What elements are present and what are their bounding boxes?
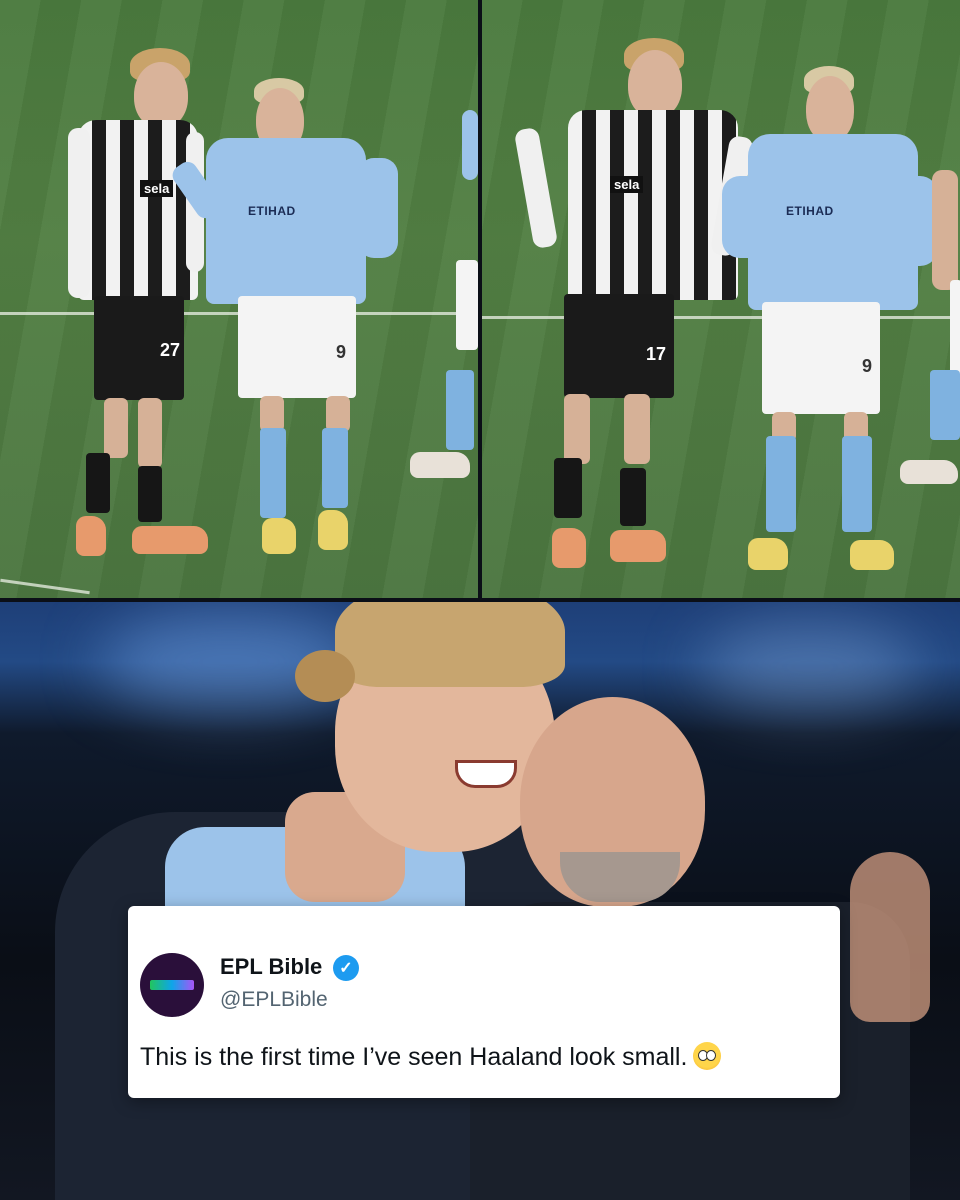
epl-bible-logo — [150, 980, 194, 990]
account-handle[interactable]: @EPLBible — [220, 988, 328, 1012]
sponsor-text: sela — [140, 180, 174, 197]
haaland-smile — [455, 760, 517, 788]
raised-hand — [850, 852, 930, 1022]
top-right-photo: sela 17 ETIHAD 9 — [482, 0, 960, 598]
pitch-line — [0, 578, 90, 595]
tweet-body: This is the first time I’ve seen Haaland… — [140, 1043, 688, 1071]
shirt-number: 9 — [336, 342, 347, 362]
shirt-number: 17 — [646, 344, 667, 364]
verified-badge-icon: ✓ — [333, 955, 359, 981]
sponsor-text: sela — [610, 176, 644, 193]
guardiola-beard — [560, 852, 680, 902]
avatar[interactable] — [140, 953, 204, 1017]
flushed-face-icon — [693, 1042, 722, 1070]
haaland-bun — [295, 650, 355, 702]
sponsor-text: ETIHAD — [786, 204, 834, 218]
tweet-text: This is the first time I’ve seen Haaland… — [140, 1042, 722, 1072]
stadium-light — [700, 622, 920, 712]
bottom-photo — [0, 602, 960, 1200]
haaland-hair — [335, 602, 565, 687]
shirt-number: 27 — [160, 340, 181, 360]
tweet-card: EPL Bible ✓ @EPLBible This is the first … — [128, 906, 840, 1098]
top-left-photo: sela 27 ETIHAD 9 — [0, 0, 478, 598]
sponsor-text: ETIHAD — [248, 204, 296, 218]
account-name[interactable]: EPL Bible — [220, 954, 322, 980]
shirt-number: 9 — [862, 356, 873, 376]
pitch-line — [482, 316, 960, 319]
